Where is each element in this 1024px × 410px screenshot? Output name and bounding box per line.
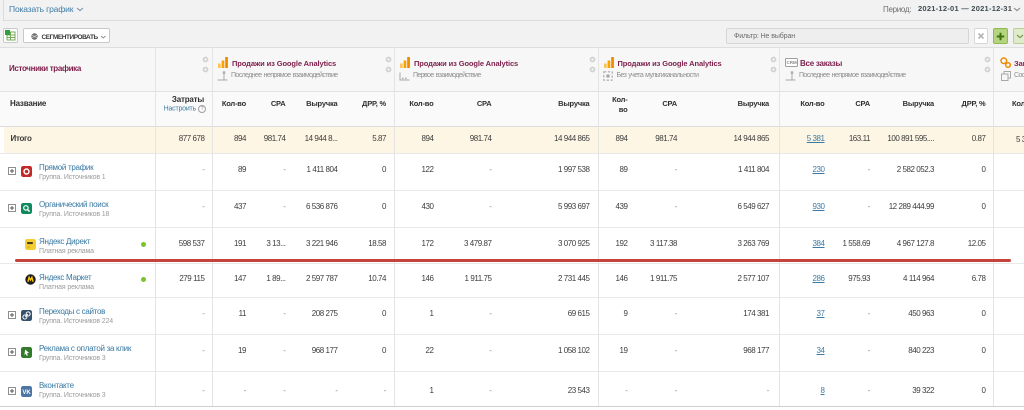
svg-text:VK: VK (22, 390, 31, 396)
